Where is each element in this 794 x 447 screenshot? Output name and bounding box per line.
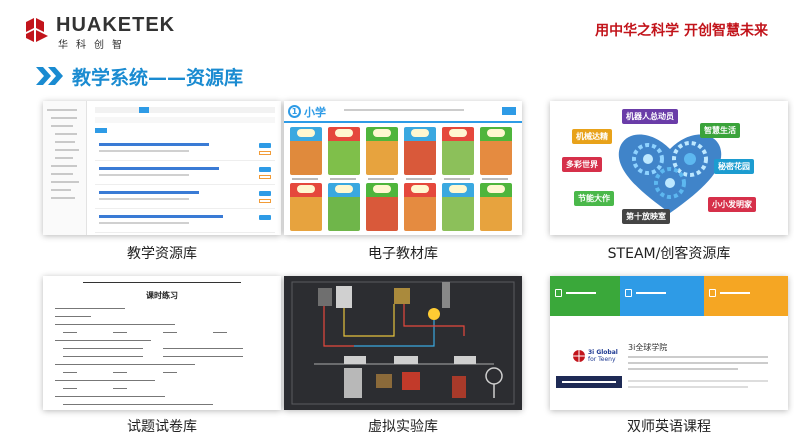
- section-title: 教学系统——资源库: [72, 66, 244, 89]
- feature-tile: [550, 276, 620, 316]
- grade-badge: 1: [288, 105, 301, 118]
- steam-tag: 秘密花园: [714, 159, 754, 174]
- steam-tag: 智慧生活: [700, 123, 740, 138]
- action-banner[interactable]: [556, 376, 622, 388]
- textbook-cover: [290, 127, 322, 175]
- steam-tag: 小小发明家: [708, 197, 756, 212]
- textbook-cover: [328, 183, 360, 231]
- company-logo: HUAKETEK 华科创智: [24, 14, 176, 51]
- slide: HUAKETEK 华科创智 用中华之科学 开创智慧未来 教学系统——资源库 教学…: [0, 0, 794, 447]
- steam-tag: 机器人总动员: [622, 109, 678, 124]
- exam-paper-card[interactable]: 课时练习: [43, 276, 281, 410]
- card-caption: 教学资源库: [127, 246, 197, 262]
- dual-teacher-english-card[interactable]: 3i Global for Teeny 3i全球学院: [550, 276, 788, 410]
- logo-subtext: 华科创智: [58, 40, 130, 51]
- steam-tag: 多彩世界: [562, 157, 602, 172]
- brand-bottom: for Teeny: [588, 356, 616, 363]
- steam-tag: 机械达精: [572, 129, 612, 144]
- textbook-cover: [442, 183, 474, 231]
- card-caption: STEAM/创客资源库: [607, 246, 731, 262]
- grade-label: 小学: [304, 106, 326, 119]
- steam-maker-card[interactable]: 机器人总动员 智慧生活 机械达精 多彩世界 秘密花园 节能大作 小小发明家 第十…: [550, 101, 788, 235]
- resource-row: [95, 163, 275, 185]
- textbook-cover: [442, 127, 474, 175]
- slogan: 用中华之科学 开创智慧未来: [595, 23, 768, 39]
- feature-tile: [620, 276, 704, 316]
- search-icon: [502, 107, 516, 115]
- textbook-cover: [328, 127, 360, 175]
- resource-row: [95, 139, 275, 161]
- textbook-cover: [366, 183, 398, 231]
- resource-row: [95, 187, 275, 209]
- double-chevron-icon: [36, 67, 63, 85]
- textbook-cover: [480, 127, 512, 175]
- resource-row: [95, 211, 275, 233]
- textbook-cover: [366, 127, 398, 175]
- logo-text: HUAKETEK: [56, 14, 176, 36]
- textbook-cover: [404, 127, 436, 175]
- globe-icon: [572, 348, 586, 362]
- ebook-header: 1 小学: [284, 101, 522, 123]
- feature-tile: [704, 276, 788, 316]
- circuit-diagram: [291, 281, 515, 405]
- document-icon: [625, 289, 632, 297]
- ebook-card[interactable]: 1 小学: [284, 101, 522, 235]
- card-caption: 试题试卷库: [127, 419, 197, 435]
- textbook-cover: [290, 183, 322, 231]
- steam-tag: 第十放映室: [622, 209, 670, 224]
- steam-tag: 节能大作: [574, 191, 614, 206]
- document-icon: [555, 289, 562, 297]
- logo-mark-icon: [26, 18, 48, 42]
- brand-top: 3i Global: [588, 349, 618, 356]
- document-icon: [709, 289, 716, 297]
- teaching-resource-card[interactable]: [43, 101, 281, 235]
- paper-title: 课时练习: [146, 290, 178, 300]
- card-caption: 电子教材库: [368, 246, 438, 262]
- section-title-row: 教学系统——资源库: [36, 64, 244, 89]
- school-name: 3i全球学院: [628, 343, 668, 352]
- textbook-cover: [480, 183, 512, 231]
- card-caption: 双师英语课程: [627, 419, 711, 435]
- textbook-cover: [404, 183, 436, 231]
- resource-tree-sidebar: [43, 101, 87, 235]
- card-caption: 虚拟实验库: [368, 419, 438, 435]
- virtual-lab-card[interactable]: [284, 276, 522, 410]
